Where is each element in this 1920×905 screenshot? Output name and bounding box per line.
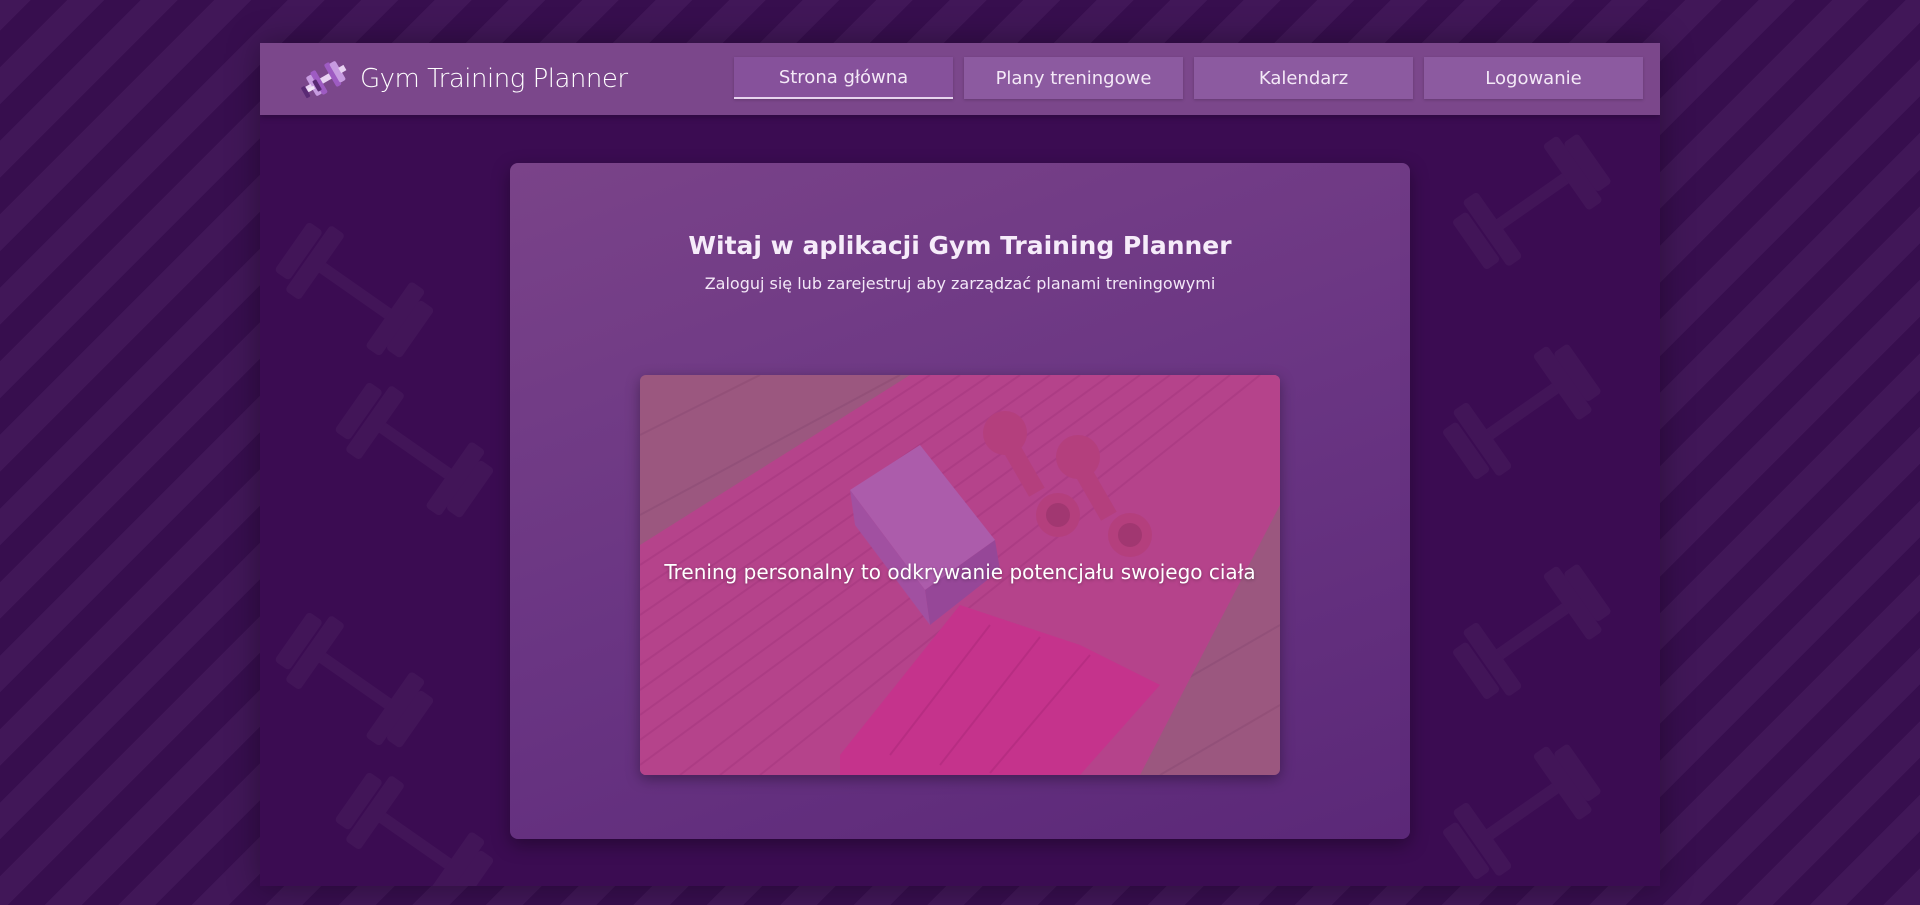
hero-image: Trening personalny to odkrywanie potencj… bbox=[640, 375, 1280, 775]
nav-item-calendar[interactable]: Kalendarz bbox=[1194, 57, 1413, 99]
top-navbar: Gym Training Planner Strona główna Plany… bbox=[260, 43, 1660, 115]
nav-item-login[interactable]: Logowanie bbox=[1424, 57, 1643, 99]
nav-item-home[interactable]: Strona główna bbox=[734, 57, 953, 99]
dumbbell-icon bbox=[301, 61, 347, 99]
brand[interactable]: Gym Training Planner bbox=[300, 53, 628, 105]
welcome-subtitle: Zaloguj się lub zarejestruj aby zarządza… bbox=[704, 274, 1216, 293]
hero-caption: Trening personalny to odkrywanie potencj… bbox=[664, 560, 1256, 584]
app-frame: Gym Training Planner Strona główna Plany… bbox=[260, 43, 1660, 886]
welcome-card: Witaj w aplikacji Gym Training Planner Z… bbox=[510, 163, 1410, 839]
main-nav: Strona główna Plany treningowe Kalendarz… bbox=[734, 57, 1643, 99]
nav-item-training-plans[interactable]: Plany treningowe bbox=[964, 57, 1183, 99]
app-title: Gym Training Planner bbox=[360, 64, 628, 94]
welcome-title: Witaj w aplikacji Gym Training Planner bbox=[688, 231, 1232, 260]
